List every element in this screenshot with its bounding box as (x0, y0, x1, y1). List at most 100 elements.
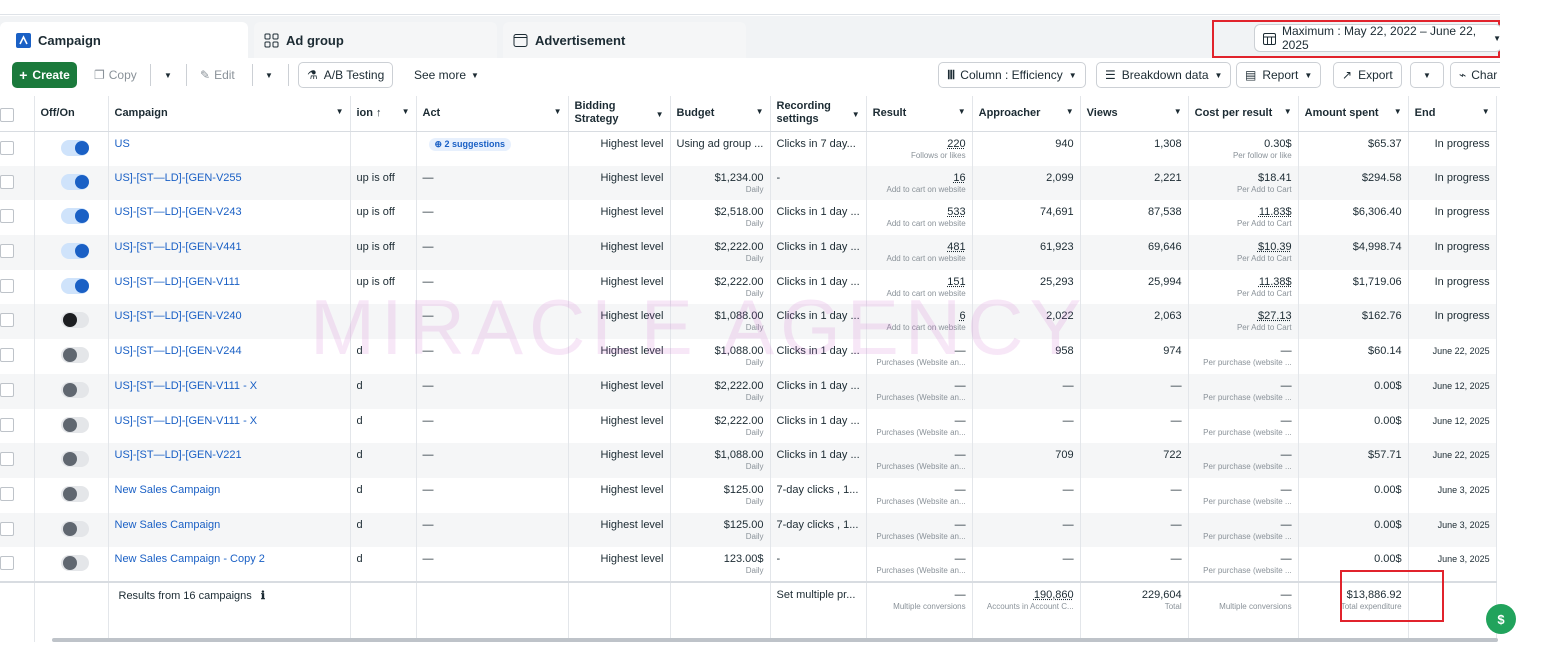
row-bidding: Highest level (568, 373, 671, 409)
row-checkbox[interactable] (0, 382, 14, 397)
help-chat-button[interactable]: $ (1486, 604, 1516, 634)
copy-dropdown[interactable]: ▼ (164, 62, 172, 88)
col-act[interactable]: Act ▼ (416, 96, 569, 132)
row-checkbox[interactable] (0, 556, 14, 571)
campaign-name-link[interactable]: US]-[ST—LD]-[GEN-V243 (115, 206, 242, 218)
campaign-toggle[interactable] (60, 312, 89, 329)
create-button[interactable]: + Create (12, 62, 77, 88)
export-dropdown[interactable]: ▼ (1410, 62, 1444, 88)
campaign-toggle[interactable] (60, 520, 89, 537)
col-offon[interactable]: Off/On (34, 96, 109, 132)
row-views: — (1080, 547, 1189, 582)
row-delivery: d (350, 547, 417, 582)
date-range-picker[interactable]: Maximum : May 22, 2022 – June 22, 2025 ▼ (1254, 24, 1502, 52)
campaign-toggle[interactable] (60, 555, 89, 572)
tab-campaign[interactable]: Campaign (0, 22, 248, 58)
cpr-value: — (1280, 553, 1292, 566)
campaign-name-link[interactable]: New Sales Campaign (115, 484, 221, 496)
result-value: 481 (947, 241, 966, 254)
col-cpr[interactable]: Cost per result ▼ (1188, 96, 1299, 132)
result-value: — (954, 449, 966, 462)
row-checkbox[interactable] (0, 209, 14, 224)
table-row[interactable]: New Sales Campaign - Copy 2 d — Highest lev… (0, 547, 1497, 582)
row-spent: $294.58 (1298, 165, 1409, 201)
row-checkbox[interactable] (0, 452, 14, 467)
ab-testing-button[interactable]: ⚗ A/B Testing (298, 62, 394, 88)
campaign-name-link[interactable]: US]-[ST—LD]-[GEN-V240 (115, 310, 242, 322)
row-checkbox[interactable] (0, 278, 14, 293)
campaign-toggle[interactable] (60, 173, 89, 190)
col-views[interactable]: Views ▼ (1080, 96, 1189, 132)
table-row[interactable]: US]-[ST—LD]-[GEN-V441 up is off — Highest l… (0, 235, 1497, 270)
end-value: In progress (1434, 206, 1490, 219)
copy-button[interactable]: ❐ Copy (94, 62, 137, 88)
table-row[interactable]: New Sales Campaign d — Highest level $125.00… (0, 512, 1497, 548)
col-bidding[interactable]: ▼ Bidding Strategy (568, 96, 671, 132)
row-approacher: 61,923 (972, 235, 1081, 270)
campaign-name-link[interactable]: US]-[ST—LD]-[GEN-V111 (115, 276, 241, 288)
row-checkbox[interactable] (0, 140, 14, 155)
table-row[interactable]: US]-[ST—LD]-[GEN-V255 up is off — Highest l… (0, 165, 1497, 201)
col-spent[interactable]: Amount spent ▼ (1298, 96, 1409, 132)
campaign-name-link[interactable]: US]-[ST—LD]-[GEN-V441 (115, 241, 242, 253)
row-select (0, 512, 35, 548)
table-row[interactable]: New Sales Campaign d — Highest level $125.00… (0, 477, 1497, 513)
col-recording[interactable]: ▼ Recording settings (770, 96, 867, 132)
table-row[interactable]: US]-[ST—LD]-[GEN-V243 up is off — Highest l… (0, 200, 1497, 236)
row-checkbox[interactable] (0, 174, 14, 189)
row-checkbox[interactable] (0, 348, 14, 363)
info-icon[interactable]: ℹ (261, 590, 265, 602)
campaign-toggle[interactable] (60, 139, 89, 156)
report-button[interactable]: ▤ Report ▼ (1236, 62, 1322, 88)
row-checkbox[interactable] (0, 313, 14, 328)
campaign-name-link[interactable]: US]-[ST—LD]-[GEN-V244 (115, 345, 242, 357)
campaign-toggle[interactable] (60, 381, 89, 398)
col-budget[interactable]: Budget ▼ (670, 96, 771, 132)
campaign-name-link[interactable]: US]-[ST—LD]-[GEN-V221 (115, 449, 242, 461)
row-checkbox[interactable] (0, 244, 14, 259)
col-end[interactable]: End ▼ (1408, 96, 1497, 132)
suggestions-badge[interactable]: ⊕ 2 suggestions (428, 137, 512, 151)
select-all-checkbox[interactable] (0, 107, 14, 122)
campaign-name-link[interactable]: New Sales Campaign - Copy 2 (115, 553, 265, 565)
select-all-cell[interactable] (0, 96, 35, 132)
row-toggle-cell (34, 200, 109, 236)
row-select (0, 165, 35, 201)
col-result[interactable]: Result ▼ (866, 96, 973, 132)
column-selector[interactable]: Ⅲ Column : Efficiency ▼ (938, 62, 1086, 88)
row-checkbox[interactable] (0, 417, 14, 432)
campaign-name-link[interactable]: US]-[ST—LD]-[GEN-V255 (115, 172, 242, 184)
campaign-name-link[interactable]: US]-[ST—LD]-[GEN-V111 - X (115, 380, 258, 392)
table-row[interactable]: US ⊕ 2 suggestions Highest level Using ad g… (0, 131, 1497, 166)
breakdown-button[interactable]: ☰ Breakdown data ▼ (1096, 62, 1232, 88)
table-row[interactable]: US]-[ST—LD]-[GEN-V111 - X d — Highest level… (0, 373, 1497, 409)
horizontal-scrollbar[interactable] (52, 638, 1498, 642)
row-checkbox[interactable] (0, 486, 14, 501)
edit-button[interactable]: ✎ Edit (200, 62, 235, 88)
campaign-name-link[interactable]: US]-[ST—LD]-[GEN-V111 - X (115, 415, 258, 427)
campaign-toggle[interactable] (60, 451, 89, 468)
row-checkbox[interactable] (0, 521, 14, 536)
edit-dropdown[interactable]: ▼ (265, 62, 273, 88)
campaign-toggle[interactable] (60, 277, 89, 294)
table-row[interactable]: US]-[ST—LD]-[GEN-V221 d — Highest level $1,0… (0, 443, 1497, 478)
campaign-toggle[interactable] (60, 347, 89, 364)
tab-advertisement[interactable]: Advertisement (503, 22, 746, 58)
col-campaign[interactable]: Campaign ▼ (108, 96, 351, 132)
export-button[interactable]: ↗ Export (1333, 62, 1402, 88)
row-recording: - (770, 165, 867, 201)
cpr-sub: Per purchase (website ... (1203, 496, 1292, 506)
toggle-knob (74, 278, 89, 293)
campaign-toggle[interactable] (60, 243, 89, 260)
see-more-button[interactable]: See more ▼ (414, 62, 479, 88)
table-row[interactable]: US]-[ST—LD]-[GEN-V111 - X d — Highest level… (0, 408, 1497, 444)
col-approacher[interactable]: Approacher ▼ (972, 96, 1081, 132)
campaign-name-link[interactable]: US (115, 138, 130, 150)
campaign-name-link[interactable]: New Sales Campaign (115, 519, 221, 531)
campaign-toggle[interactable] (60, 416, 89, 433)
campaign-toggle[interactable] (60, 485, 89, 502)
campaign-toggle[interactable] (60, 208, 89, 225)
col-delivery[interactable]: ion ↑ ▼ (350, 96, 417, 132)
tab-ad-group[interactable]: Ad group (254, 22, 497, 58)
row-end: In progress (1408, 304, 1497, 340)
